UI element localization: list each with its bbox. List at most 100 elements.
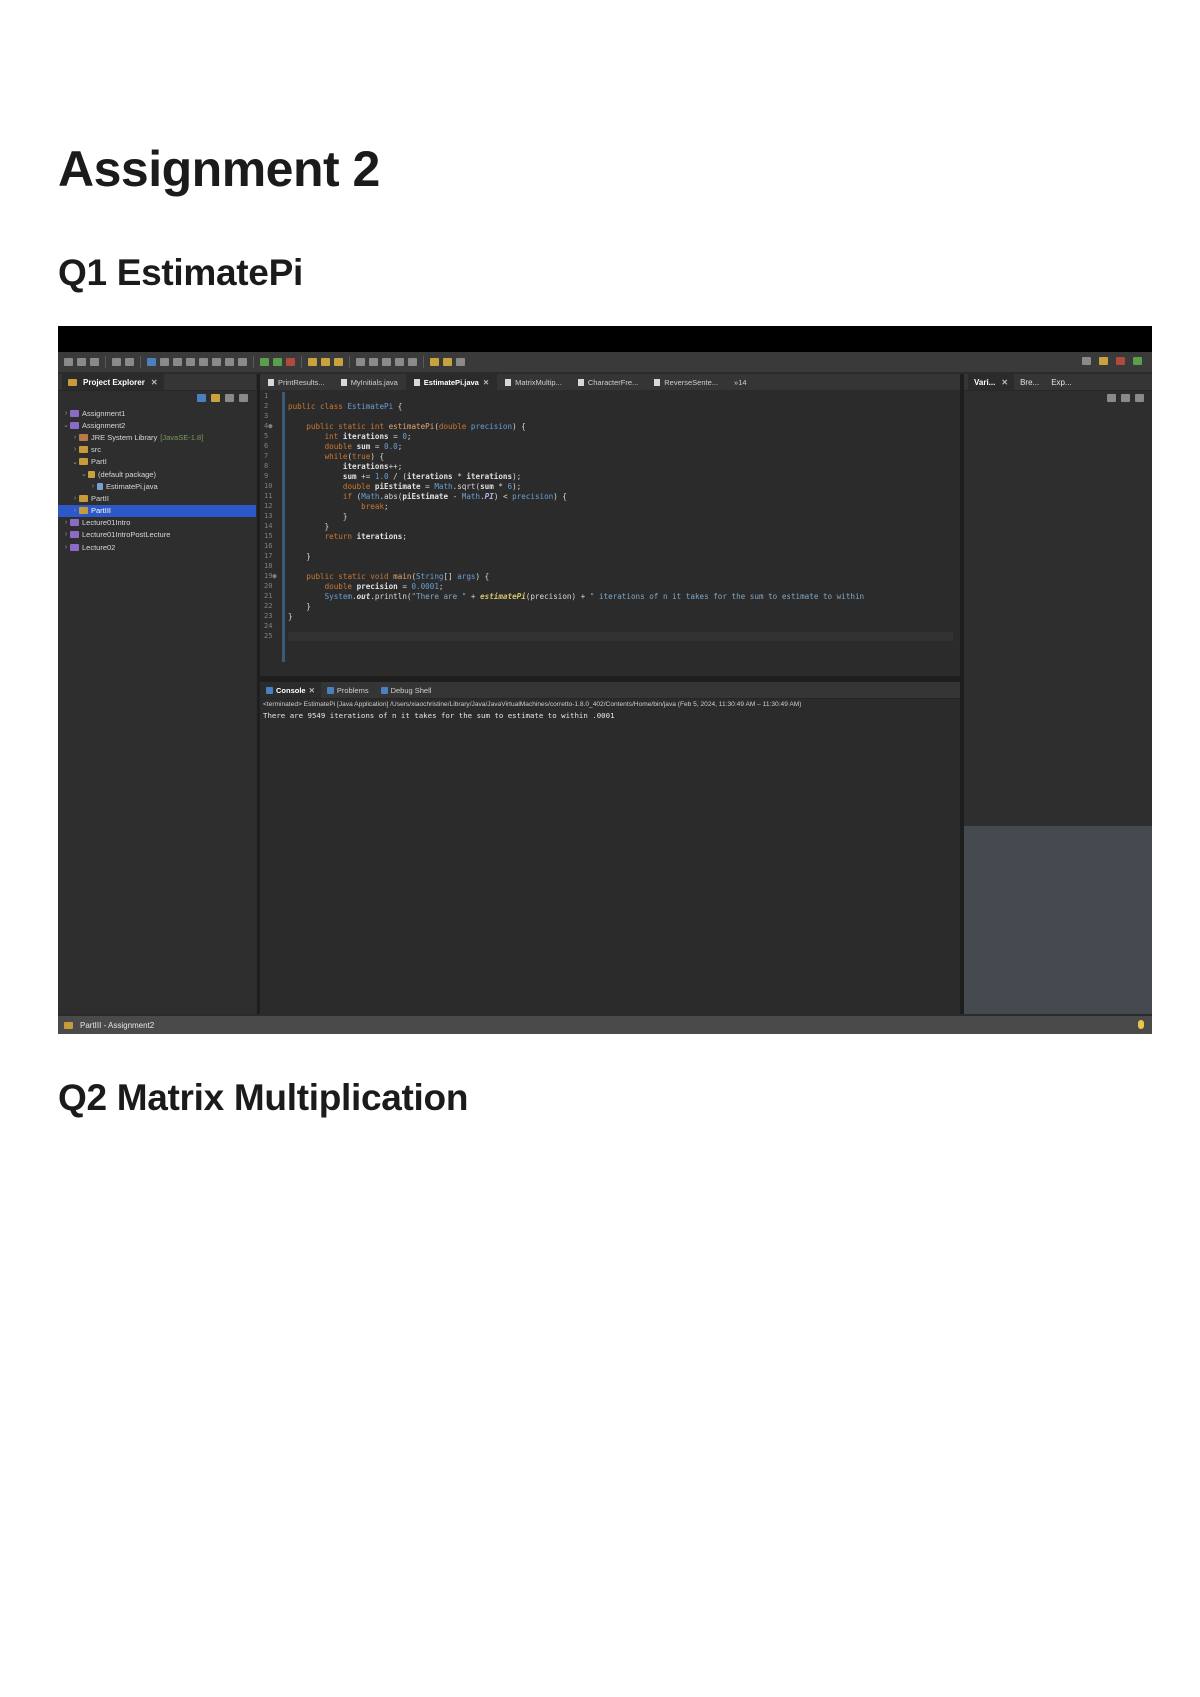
editor-tab[interactable]: ReverseSente...: [646, 374, 726, 390]
skip-breakpoints-icon[interactable]: [160, 358, 169, 366]
redo-icon[interactable]: [125, 358, 134, 366]
code-line: 3: [260, 412, 960, 422]
open-perspective-icon[interactable]: [1099, 357, 1108, 365]
chevron-right-icon[interactable]: ›: [71, 495, 79, 502]
console-tab[interactable]: Console ✕: [260, 682, 321, 698]
terminal-icon[interactable]: [147, 358, 156, 366]
package-icon: [88, 470, 95, 478]
save-all-icon[interactable]: [90, 358, 99, 366]
right-panel-tab-label: Bre...: [1020, 377, 1040, 387]
chevron-right-icon[interactable]: ›: [71, 446, 79, 453]
show-type-names-icon[interactable]: [1107, 394, 1116, 402]
step-return-icon[interactable]: [238, 358, 247, 366]
tree-item-label: PartI: [91, 457, 107, 467]
right-panel-tab[interactable]: Exp...: [1045, 374, 1077, 390]
run-icon[interactable]: [273, 358, 282, 366]
tree-item[interactable]: ⌄ PartI: [58, 456, 256, 468]
chevron-right-icon[interactable]: ›: [89, 483, 97, 490]
collapse-all-icon[interactable]: [197, 394, 206, 402]
undo-icon[interactable]: [112, 358, 121, 366]
right-tab-bar: Vari... ✕ Bre... Exp...: [964, 374, 1152, 391]
console-output[interactable]: There are 9549 iterations of n it takes …: [260, 708, 960, 723]
console-tab[interactable]: Problems: [321, 682, 375, 698]
tree-item[interactable]: › Lecture01Intro: [58, 517, 256, 529]
filter-icon[interactable]: [225, 394, 234, 402]
chevron-down-icon[interactable]: ⌄: [80, 470, 88, 478]
line-number: 9: [264, 472, 269, 480]
line-number: 24: [264, 622, 273, 630]
editor-tab[interactable]: »14: [726, 374, 755, 390]
close-icon[interactable]: ✕: [309, 686, 315, 695]
external-tools-icon[interactable]: [286, 358, 295, 366]
right-panel-tab[interactable]: Bre...: [1014, 374, 1045, 390]
tree-item[interactable]: ⌄ (default package): [58, 468, 256, 480]
right-panel-tab[interactable]: Vari... ✕: [968, 374, 1015, 390]
search-icon[interactable]: [1082, 357, 1091, 365]
tree-item[interactable]: › Lecture01IntroPostLecture: [58, 529, 256, 541]
tree-item[interactable]: › JRE System Library [JavaSE-1.8]: [58, 431, 256, 443]
chevron-right-icon[interactable]: ›: [71, 434, 79, 441]
line-number: 2: [264, 402, 269, 410]
tree-item[interactable]: ⌄ Assignment2: [58, 419, 256, 431]
chevron-down-icon[interactable]: ⌄: [62, 421, 70, 429]
tree-item[interactable]: › PartII: [58, 492, 256, 504]
new-icon[interactable]: [64, 358, 73, 366]
line-number: 11: [264, 492, 273, 500]
chevron-right-icon[interactable]: ›: [62, 531, 70, 538]
detail-pane[interactable]: [964, 826, 1152, 1014]
code-line: 18: [260, 562, 960, 572]
link-with-editor-icon[interactable]: [211, 394, 220, 402]
java-file-icon: [268, 378, 274, 386]
code-line: 25: [260, 632, 960, 642]
chevron-right-icon[interactable]: ›: [62, 544, 70, 551]
tree-item[interactable]: › Lecture02: [58, 541, 256, 553]
editor-tab[interactable]: PrintResults...: [260, 374, 333, 390]
editor-tab[interactable]: CharacterFre...: [570, 374, 646, 390]
tree-item[interactable]: › PartIII: [58, 504, 256, 517]
save-icon[interactable]: [77, 358, 86, 366]
resume-icon[interactable]: [173, 358, 182, 366]
code-area[interactable]: 1 2 public class EstimatePi {3 4● public st…: [260, 392, 960, 662]
tree-item[interactable]: › src: [58, 444, 256, 456]
terminate-icon[interactable]: [199, 358, 208, 366]
toolbar-separator: [140, 356, 141, 368]
tree-item-label: Assignment1: [82, 408, 126, 418]
editor-tab[interactable]: EstimatePi.java ✕: [405, 374, 498, 390]
new-package-icon[interactable]: [321, 358, 330, 366]
forward-icon[interactable]: [443, 358, 452, 366]
tab-project-explorer[interactable]: Project Explorer ✕: [62, 374, 164, 390]
search-icon[interactable]: [369, 358, 378, 366]
tree-item[interactable]: › EstimatePi.java: [58, 480, 256, 492]
debug-perspective-icon[interactable]: [1133, 357, 1142, 365]
problems-icon: [326, 686, 334, 694]
step-into-icon[interactable]: [212, 358, 221, 366]
collapse-all-icon[interactable]: [1121, 394, 1130, 402]
tree-item[interactable]: › Assignment1: [58, 407, 256, 419]
debug-icon[interactable]: [260, 358, 269, 366]
step-over-icon[interactable]: [225, 358, 234, 366]
back-icon[interactable]: [430, 358, 439, 366]
pin-editor-icon[interactable]: [456, 358, 465, 366]
close-icon[interactable]: ✕: [151, 378, 158, 387]
open-type-icon[interactable]: [356, 358, 365, 366]
chevron-right-icon[interactable]: ›: [62, 410, 70, 417]
next-annotation-icon[interactable]: [395, 358, 404, 366]
close-icon[interactable]: ✕: [483, 378, 489, 387]
close-icon[interactable]: ✕: [1001, 378, 1008, 387]
view-menu-icon[interactable]: [239, 394, 248, 402]
suspend-icon[interactable]: [186, 358, 195, 366]
code-text: if (Math.abs(piEstimate - Math.PI) < pre…: [342, 492, 567, 501]
view-menu-icon[interactable]: [1135, 394, 1144, 402]
lightbulb-icon[interactable]: [1138, 1020, 1144, 1029]
chevron-right-icon[interactable]: ›: [71, 507, 79, 514]
prev-annotation-icon[interactable]: [408, 358, 417, 366]
chevron-down-icon[interactable]: ⌄: [71, 458, 79, 466]
java-perspective-icon[interactable]: [1116, 357, 1125, 365]
new-class-icon[interactable]: [334, 358, 343, 366]
editor-tab[interactable]: MyInitials.java: [333, 374, 406, 390]
annotation-icon[interactable]: [382, 358, 391, 366]
new-java-project-icon[interactable]: [308, 358, 317, 366]
editor-tab[interactable]: MatrixMultip...: [497, 374, 570, 390]
console-tab[interactable]: Debug Shell: [375, 682, 438, 698]
chevron-right-icon[interactable]: ›: [62, 519, 70, 526]
